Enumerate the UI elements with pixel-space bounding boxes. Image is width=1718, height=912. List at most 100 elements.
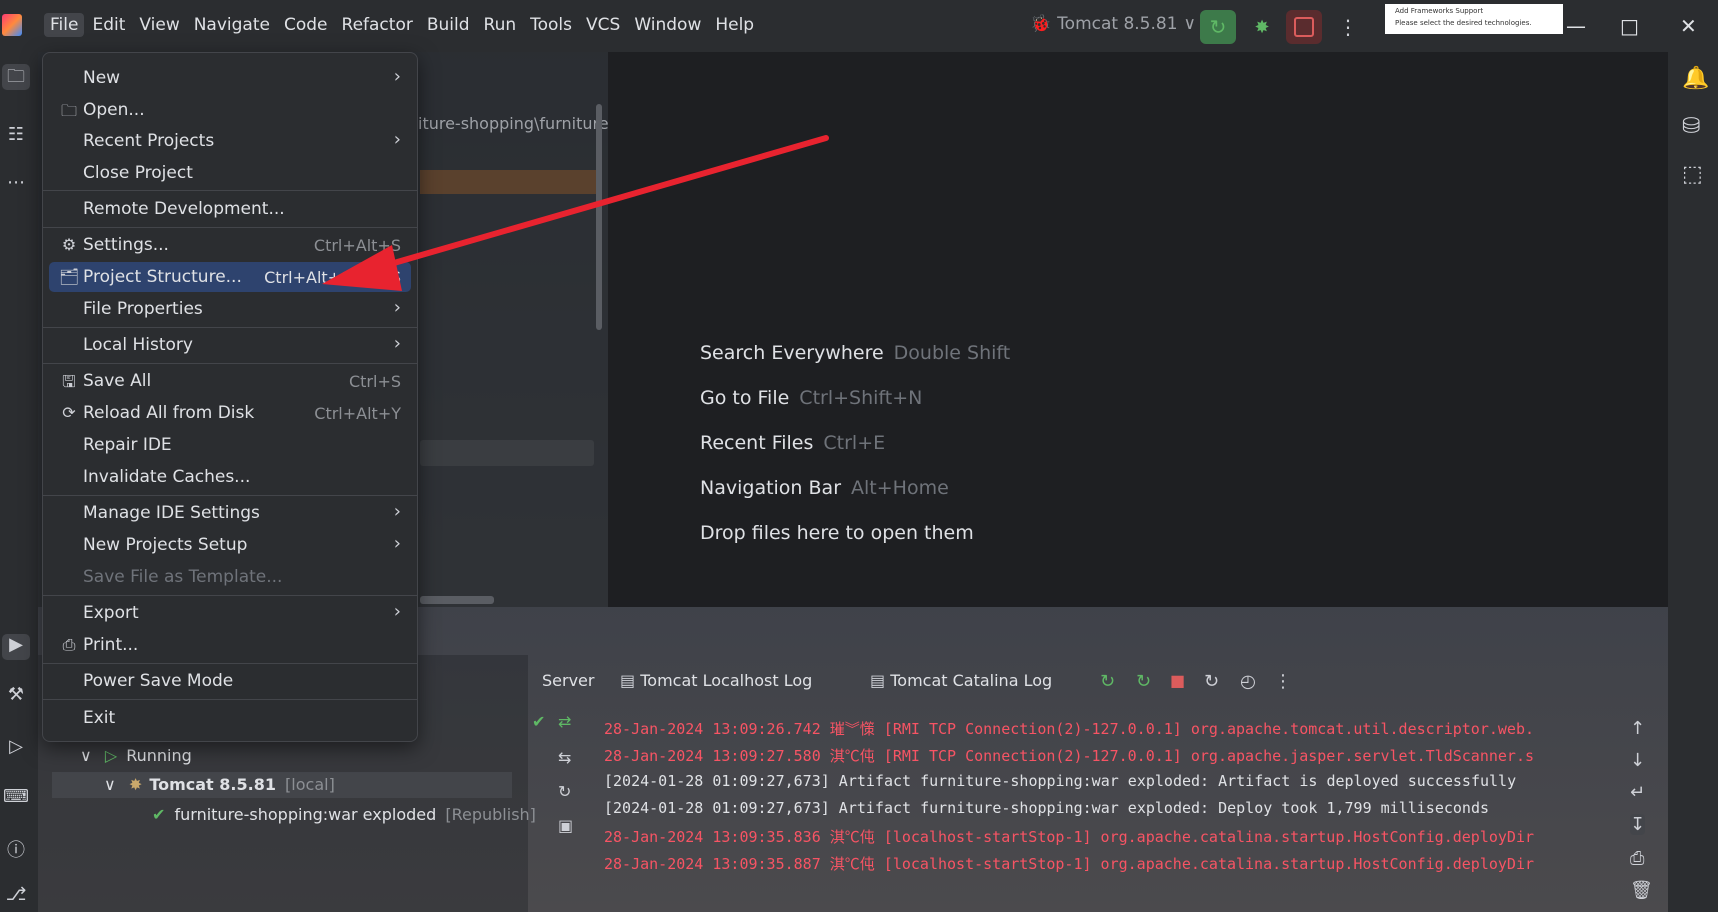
artifact-icon: ✔ [152, 805, 166, 824]
horizontal-scrollbar[interactable] [420, 596, 494, 604]
database-icon[interactable]: ⛁ [1682, 114, 1700, 139]
hint-action: Go to File [700, 387, 790, 409]
menu-item-new[interactable]: New › [49, 63, 411, 93]
log-output[interactable]: 28-Jan-2024 13:09:26.742 璀︾憡 [RMI TCP Co… [600, 700, 1630, 912]
menu-item-exit[interactable]: Exit [49, 703, 411, 733]
clear-all-icon[interactable]: 🗑 [1630, 880, 1653, 901]
menu-item-new-projects-setup[interactable]: New Projects Setup › [49, 530, 411, 560]
tab-localhost-log[interactable]: ▤ Tomcat Localhost Log [620, 671, 812, 690]
undeploy-icon[interactable]: ⇆ [558, 748, 571, 767]
rerun-button[interactable]: ↻ [1200, 10, 1236, 44]
restart-icon[interactable]: ↻ [1204, 671, 1219, 692]
menu-item-power-save-mode[interactable]: Power Save Mode [49, 666, 411, 696]
menu-item-remote-development[interactable]: Remote Development... [49, 194, 411, 224]
log-line: 28-Jan-2024 13:09:26.742 璀︾憡 [RMI TCP Co… [604, 720, 1535, 738]
menu-item-local-history[interactable]: Local History › [49, 330, 411, 360]
terminal-icon[interactable]: ⌨ [2, 786, 30, 812]
menu-separator [43, 190, 417, 191]
menu-item-recent-projects[interactable]: Recent Projects › [49, 126, 411, 156]
hint-key: Ctrl+E [823, 432, 886, 454]
menu-view[interactable]: View [133, 13, 185, 37]
profiler-icon[interactable]: ◴ [1240, 671, 1256, 692]
artifact-tag: [Republish] [445, 805, 536, 824]
menu-item-project-structure[interactable]: 🗂 Project Structure... Ctrl+Alt+Shift+S [49, 262, 411, 292]
log-line: [2024-01-28 01:09:27,673] Artifact furni… [604, 772, 1517, 790]
hint-key: Double Shift [893, 342, 1011, 364]
build-hammer-icon[interactable]: ⚒ [2, 684, 30, 710]
services-tomcat-node[interactable]: ∨ ✸ Tomcat 8.5.81 [local] [104, 775, 335, 794]
soft-wrap-icon[interactable]: ↵ [1630, 782, 1645, 803]
log-icon: ▤ [620, 671, 636, 690]
menu-item-file-properties[interactable]: File Properties › [49, 294, 411, 324]
menu-window[interactable]: Window [628, 13, 707, 37]
menu-edit[interactable]: Edit [86, 13, 131, 37]
menu-item-shortcut: Ctrl+Alt+Shift+S [264, 268, 401, 287]
menu-item-invalidate-caches[interactable]: Invalidate Caches... [49, 462, 411, 492]
menu-item-shortcut: Ctrl+Alt+S [313, 236, 401, 255]
print-icon: ⎙ [62, 635, 76, 654]
project-folder-icon[interactable]: 🗀 [2, 64, 30, 90]
run-config-selector[interactable]: 🐞 Tomcat 8.5.81 ∨ [1030, 14, 1196, 34]
menu-refactor[interactable]: Refactor [336, 13, 419, 37]
project-structure-icon: 🗂 [59, 267, 80, 286]
debug-button[interactable]: ✸ [1244, 10, 1280, 44]
tab-catalina-log[interactable]: ▤ Tomcat Catalina Log [870, 671, 1052, 690]
menu-item-label: Exit [83, 708, 116, 728]
menu-item-label: Settings... [83, 235, 169, 255]
menu-file[interactable]: File [44, 13, 85, 37]
menu-vcs[interactable]: VCS [580, 13, 626, 37]
menu-item-label: Save All [83, 371, 152, 391]
menu-help[interactable]: Help [709, 13, 760, 37]
panel-field[interactable] [420, 440, 594, 466]
menu-item-close-project[interactable]: Close Project [49, 158, 411, 188]
menu-item-print[interactable]: ⎙ Print... [49, 630, 411, 660]
menu-tools[interactable]: Tools [524, 13, 578, 37]
more-vertical-icon[interactable]: ⋮ [1274, 671, 1292, 692]
services-artifact-node[interactable]: ✔ furniture-shopping:war exploded [Repub… [152, 805, 536, 824]
stop-server-icon[interactable]: ■ [1170, 671, 1185, 690]
menu-run[interactable]: Run [478, 13, 523, 37]
menu-item-label: Repair IDE [83, 435, 172, 455]
log-line: 28-Jan-2024 13:09:35.836 淇℃伅 [localhost-… [604, 828, 1535, 846]
menu-navigate[interactable]: Navigate [188, 13, 276, 37]
log-gutter: ✔ ⇄ ⇆ ↻ ▣ [528, 700, 588, 912]
server-name: Tomcat 8.5.81 [149, 775, 276, 794]
redeploy-icon[interactable]: ↻ [1136, 671, 1151, 692]
update-app-icon[interactable]: ↻ [1100, 671, 1115, 692]
scroll-to-end-icon[interactable]: ↧ [1630, 814, 1646, 835]
tab-server[interactable]: Server [542, 671, 594, 690]
deploy-icon[interactable]: ⇄ [558, 712, 571, 731]
artifact-add-icon[interactable]: ▣ [558, 816, 573, 835]
menu-item-settings[interactable]: ⚙ Settings... Ctrl+Alt+S [49, 230, 411, 260]
problems-icon[interactable]: ⓘ [2, 836, 30, 862]
plugin-icon[interactable]: ⬚ [1682, 162, 1703, 187]
intellij-logo-icon[interactable] [2, 14, 22, 36]
run-icon[interactable]: ▷ [2, 736, 30, 762]
menu-item-export[interactable]: Export › [49, 598, 411, 628]
structure-icon[interactable]: ☷ [2, 124, 30, 150]
menu-build[interactable]: Build [421, 13, 476, 37]
menu-item-reload-all[interactable]: ⟳ Reload All from Disk Ctrl+Alt+Y [49, 398, 411, 428]
close-icon[interactable]: ✕ [1680, 14, 1697, 38]
menu-item-manage-ide-settings[interactable]: Manage IDE Settings › [49, 498, 411, 528]
services-running-node[interactable]: ∨ ▷ Running [80, 746, 192, 765]
more-actions-button[interactable]: ⋮ [1330, 10, 1366, 44]
more-tools-icon[interactable]: ⋯ [2, 172, 30, 198]
menu-item-repair-ide[interactable]: Repair IDE [49, 430, 411, 460]
menu-code[interactable]: Code [278, 13, 334, 37]
print-icon[interactable]: ⎙ [1630, 848, 1644, 869]
menu-item-save-all[interactable]: 🖫 Save All Ctrl+S [49, 366, 411, 396]
scroll-down-icon[interactable]: ↓ [1630, 750, 1645, 771]
services-icon[interactable]: ▶ [2, 634, 30, 660]
stop-button[interactable] [1286, 10, 1322, 44]
git-icon[interactable]: ⎇ [2, 884, 30, 910]
chevron-right-icon: › [393, 333, 401, 354]
refresh-icon[interactable]: ↻ [558, 782, 571, 801]
maximize-icon[interactable]: □ [1620, 14, 1639, 38]
vertical-scrollbar[interactable] [596, 104, 602, 330]
menu-separator [43, 595, 417, 596]
scroll-up-icon[interactable]: ↑ [1630, 718, 1645, 739]
minimize-icon[interactable]: — [1566, 14, 1586, 38]
menu-item-open[interactable]: 🗀 Open... [49, 95, 411, 125]
notifications-bell-icon[interactable]: 🔔 [1682, 66, 1709, 91]
